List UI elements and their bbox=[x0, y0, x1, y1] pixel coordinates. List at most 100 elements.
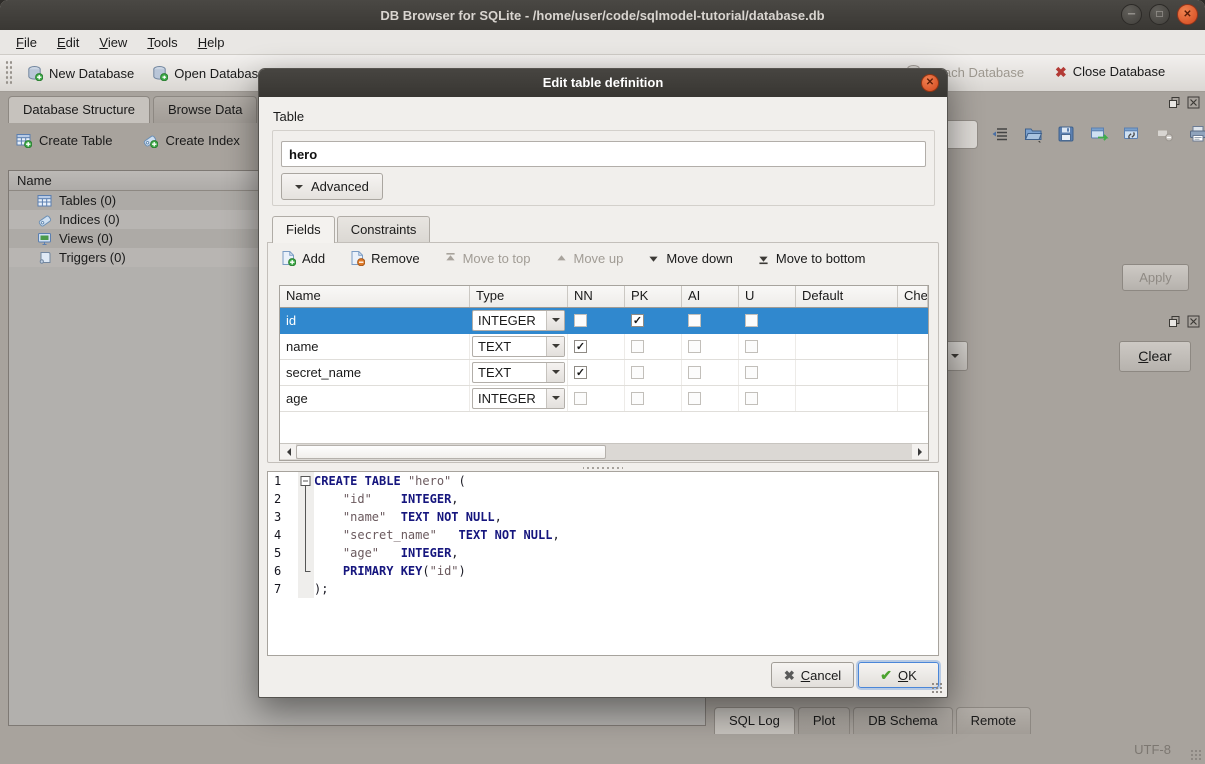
grid-empty-area[interactable] bbox=[280, 412, 928, 443]
column-header-u[interactable]: U bbox=[739, 286, 796, 307]
field-name-cell[interactable]: name bbox=[280, 334, 470, 359]
create-index-button[interactable]: Create Index bbox=[142, 132, 239, 148]
scroll-left-button[interactable] bbox=[280, 444, 296, 459]
default-cell[interactable] bbox=[796, 334, 898, 359]
field-name-cell[interactable]: id bbox=[280, 308, 470, 333]
close-database-button[interactable]: ✖ Close Database bbox=[1046, 59, 1174, 84]
column-header-name[interactable]: Name bbox=[280, 286, 470, 307]
open-folder-icon[interactable] bbox=[1024, 125, 1044, 145]
create-table-button[interactable]: Create Table bbox=[16, 132, 112, 148]
menu-item-help[interactable]: Help bbox=[188, 32, 235, 53]
open-database-button[interactable]: Open Database bbox=[143, 60, 274, 86]
default-cell[interactable] bbox=[796, 360, 898, 385]
column-header-default[interactable]: Default bbox=[796, 286, 898, 307]
pk-checkbox[interactable] bbox=[631, 340, 644, 353]
list-icon[interactable] bbox=[991, 125, 1011, 145]
advanced-toggle-button[interactable]: Advanced bbox=[281, 173, 383, 200]
dock-float-button[interactable] bbox=[1168, 96, 1181, 109]
dialog-tab-fields[interactable]: Fields bbox=[272, 216, 335, 243]
window-titlebar[interactable]: DB Browser for SQLite - /home/user/code/… bbox=[0, 0, 1205, 30]
ai-checkbox[interactable] bbox=[688, 340, 701, 353]
nn-checkbox[interactable] bbox=[574, 314, 587, 327]
cancel-button[interactable]: ✖ Cancel bbox=[771, 662, 854, 688]
tab-db-schema[interactable]: DB Schema bbox=[853, 707, 952, 734]
dialog-tab-constraints[interactable]: Constraints bbox=[337, 216, 431, 242]
table-name-input[interactable] bbox=[281, 141, 926, 167]
column-header-check[interactable]: Check bbox=[898, 286, 928, 307]
default-cell[interactable] bbox=[796, 386, 898, 411]
dock-close-button[interactable] bbox=[1187, 96, 1200, 109]
check-cell[interactable] bbox=[898, 386, 928, 411]
dock-close-button[interactable] bbox=[1187, 315, 1200, 328]
move-to-top-button[interactable]: Move to top bbox=[444, 251, 531, 266]
nn-checkbox[interactable] bbox=[574, 392, 587, 405]
column-header-nn[interactable]: NN bbox=[568, 286, 625, 307]
new-database-button[interactable]: New Database bbox=[18, 60, 143, 86]
scrollbar-groove[interactable] bbox=[606, 444, 912, 460]
ai-checkbox[interactable] bbox=[688, 392, 701, 405]
u-checkbox[interactable] bbox=[745, 340, 758, 353]
u-checkbox[interactable] bbox=[745, 314, 758, 327]
add-button[interactable]: Add bbox=[280, 250, 325, 266]
fold-marker-icon[interactable] bbox=[298, 472, 314, 490]
export-icon[interactable] bbox=[1090, 125, 1110, 145]
tab-remote[interactable]: Remote bbox=[956, 707, 1032, 734]
sql-preview-editor[interactable]: 1 CREATE TABLE "hero" ( 2 "id" INTEGER, … bbox=[267, 471, 939, 656]
dialog-titlebar[interactable]: Edit table definition ✕ bbox=[259, 69, 947, 97]
column-header-type[interactable]: Type bbox=[470, 286, 568, 307]
pk-checkbox[interactable]: ✓ bbox=[631, 314, 644, 327]
remove-button[interactable]: Remove bbox=[349, 250, 419, 266]
menu-item-edit[interactable]: Edit bbox=[47, 32, 89, 53]
type-combobox[interactable]: INTEGER bbox=[472, 388, 565, 409]
dock-float-button[interactable] bbox=[1168, 315, 1181, 328]
column-header-ai[interactable]: AI bbox=[682, 286, 739, 307]
move-down-button[interactable]: Move down bbox=[647, 251, 732, 266]
save-icon[interactable] bbox=[1057, 125, 1077, 145]
field-row-secret_name[interactable]: secret_name TEXT ✓ bbox=[280, 360, 928, 386]
u-checkbox[interactable] bbox=[745, 366, 758, 379]
move-up-button[interactable]: Move up bbox=[555, 251, 624, 266]
clear-button[interactable]: Clear bbox=[1119, 341, 1191, 372]
check-cell[interactable] bbox=[898, 360, 928, 385]
minimize-button[interactable]: ─ bbox=[1121, 4, 1142, 25]
ai-checkbox[interactable] bbox=[688, 366, 701, 379]
menu-item-view[interactable]: View bbox=[89, 32, 137, 53]
tab-plot[interactable]: Plot bbox=[798, 707, 850, 734]
type-combobox[interactable]: TEXT bbox=[472, 362, 565, 383]
menu-item-file[interactable]: File bbox=[6, 32, 47, 53]
move-to-bottom-button[interactable]: Move to bottom bbox=[757, 251, 866, 266]
ai-checkbox[interactable] bbox=[688, 314, 701, 327]
toolbar-drag-handle[interactable] bbox=[5, 60, 12, 86]
scroll-right-button[interactable] bbox=[912, 444, 928, 459]
print-icon[interactable] bbox=[1189, 125, 1205, 145]
dialog-close-button[interactable]: ✕ bbox=[921, 74, 939, 92]
field-name-cell[interactable]: age bbox=[280, 386, 470, 411]
pk-checkbox[interactable] bbox=[631, 392, 644, 405]
nn-checkbox[interactable]: ✓ bbox=[574, 366, 587, 379]
close-button[interactable]: ✕ bbox=[1177, 4, 1198, 25]
dialog-resize-grip[interactable] bbox=[931, 682, 944, 695]
scrollbar-thumb[interactable] bbox=[296, 445, 606, 459]
default-cell[interactable] bbox=[796, 308, 898, 333]
nn-checkbox[interactable]: ✓ bbox=[574, 340, 587, 353]
menu-item-tools[interactable]: Tools bbox=[137, 32, 187, 53]
pk-checkbox[interactable] bbox=[631, 366, 644, 379]
field-row-age[interactable]: age INTEGER bbox=[280, 386, 928, 412]
field-row-name[interactable]: name TEXT ✓ bbox=[280, 334, 928, 360]
field-name-cell[interactable]: secret_name bbox=[280, 360, 470, 385]
u-checkbox[interactable] bbox=[745, 392, 758, 405]
type-combobox[interactable]: INTEGER bbox=[472, 310, 565, 331]
tab-browse-data[interactable]: Browse Data bbox=[153, 96, 257, 123]
check-cell[interactable] bbox=[898, 308, 928, 333]
set-null-icon[interactable] bbox=[1156, 125, 1176, 145]
field-row-id[interactable]: id INTEGER ✓ bbox=[280, 308, 928, 334]
tab-database-structure[interactable]: Database Structure bbox=[8, 96, 150, 123]
check-cell[interactable] bbox=[898, 334, 928, 359]
maximize-button[interactable]: □ bbox=[1149, 4, 1170, 25]
apply-button[interactable]: Apply bbox=[1122, 264, 1189, 291]
column-header-pk[interactable]: PK bbox=[625, 286, 682, 307]
link-icon[interactable] bbox=[1123, 125, 1143, 145]
tab-sql-log[interactable]: SQL Log bbox=[714, 707, 795, 734]
window-resize-grip[interactable] bbox=[1190, 749, 1203, 762]
type-combobox[interactable]: TEXT bbox=[472, 336, 565, 357]
